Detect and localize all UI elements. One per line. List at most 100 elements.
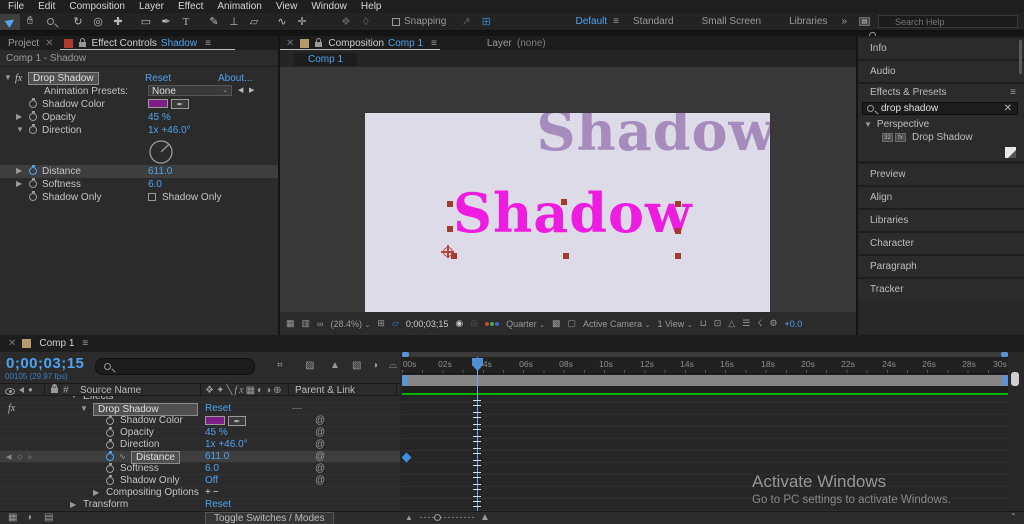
pick-whip-icon[interactable]: @ (315, 427, 325, 438)
opacity-value[interactable]: 45 % (148, 112, 171, 123)
motion-blur-icon[interactable]: ◑ (372, 360, 378, 371)
pixel-aspect-icon[interactable]: ⊡ (714, 318, 722, 329)
timeline-search-input[interactable] (95, 358, 255, 375)
label-column-icon[interactable]: ❖ (50, 384, 59, 395)
show-snapshot-icon[interactable]: ◎ (470, 318, 478, 329)
selection-handle[interactable] (563, 253, 569, 259)
scroll-up-icon[interactable]: ⌃ (1010, 512, 1017, 521)
drop-shadow-row[interactable]: fx ▼ Drop Shadow Reset — (0, 403, 400, 416)
comp-mini-flowchart-icon[interactable]: ⌗ (277, 360, 283, 371)
softness-value[interactable]: 6.0 (205, 463, 219, 474)
shadow-only-row[interactable]: Shadow Only Off @ (0, 475, 400, 487)
menu-edit[interactable]: Edit (38, 1, 55, 12)
transparency-grid-icon[interactable]: ▩ (552, 318, 561, 329)
distance-row[interactable]: ◀ ◇ ▶ ∿ Distance 611.0 @ (0, 451, 400, 464)
time-ruler[interactable]: 0:00s 02s 04s 06s 08s 10s 12s 14s 16s 18… (402, 357, 1008, 374)
expand-arrow-icon[interactable]: ▶ (70, 500, 76, 509)
parent-link-column[interactable]: Parent & Link (295, 385, 355, 396)
stopwatch-icon[interactable] (106, 415, 114, 425)
zoom-level-dropdown[interactable]: (28.4%) ⌄ (330, 319, 370, 329)
tab-layer[interactable]: Layer (487, 38, 512, 49)
roto-brush-tool-icon[interactable]: ∿ (272, 14, 292, 30)
eyedropper-icon[interactable]: ✒ (228, 416, 246, 426)
region-of-interest-icon[interactable]: ▢ (568, 318, 577, 329)
panel-menu-icon[interactable]: ≡ (82, 338, 88, 349)
menu-view[interactable]: View (276, 1, 298, 12)
comp-subtab[interactable]: Comp 1 (294, 53, 358, 66)
zoom-in-mountain-icon[interactable]: ▲ (480, 512, 490, 523)
softness-value[interactable]: 6.0 (148, 179, 162, 190)
panel-info[interactable]: Info (858, 38, 1024, 59)
exposure-value[interactable]: +0.0 (785, 319, 803, 329)
stopwatch-icon[interactable] (29, 98, 37, 108)
opacity-row[interactable]: Opacity 45 % @ (0, 427, 400, 439)
effect-header-row[interactable]: ▼ fx Drop Shadow Reset About... (0, 72, 278, 85)
collapse-arrow-icon[interactable]: ▼ (864, 120, 872, 129)
tab-project-close-icon[interactable]: ✕ (45, 38, 53, 49)
zoom-slider-handle[interactable] (434, 514, 441, 521)
panel-effects-presets[interactable]: Effects & Presets ≡ (858, 84, 1024, 100)
add-remove-icons[interactable]: +− (205, 487, 221, 498)
draft-3d-icon[interactable]: ▨ (305, 360, 314, 371)
pick-whip-icon[interactable]: @ (315, 415, 325, 426)
source-name-column[interactable]: Source Name (80, 385, 141, 396)
toggle-switches-modes-button[interactable]: Toggle Switches / Modes (205, 512, 334, 524)
compositing-options-row[interactable]: ▶ Compositing Options +− (0, 487, 400, 499)
camera-dropdown[interactable]: Active Camera ⌄ (583, 319, 650, 329)
puppet-pin-tool-icon[interactable]: ✛ (292, 14, 312, 30)
tab-effect-controls[interactable]: Effect Controls (92, 38, 157, 49)
direction-value[interactable]: 1x +46.0° (205, 439, 248, 450)
pick-whip-icon[interactable]: @ (315, 463, 325, 474)
about-link[interactable]: About... (218, 73, 252, 84)
fast-previews-icon[interactable]: △ (728, 318, 735, 329)
shadow-color-row[interactable]: Shadow Color ✒ @ (0, 415, 400, 427)
timeline-scrollbar-handle[interactable] (1011, 372, 1019, 386)
menu-window[interactable]: Window (311, 1, 347, 12)
brush-tool-icon[interactable]: ✎ (204, 14, 224, 30)
pick-whip-icon[interactable]: @ (315, 475, 325, 486)
transform-reset-link[interactable]: Reset (205, 499, 231, 510)
menu-help[interactable]: Help (361, 1, 382, 12)
menu-composition[interactable]: Composition (69, 1, 125, 12)
stopwatch-icon[interactable] (106, 427, 114, 437)
preset-group-perspective[interactable]: ▼ Perspective (858, 118, 1024, 131)
number-column[interactable]: # (63, 385, 69, 396)
collapse-arrow-icon[interactable]: ▼ (4, 73, 12, 82)
shape-tool-icon[interactable]: ▭ (136, 14, 156, 30)
workspace-libraries[interactable]: Libraries (789, 16, 827, 27)
pen-tool-icon[interactable]: ✒ (156, 14, 176, 30)
expand-transfer-pane-icon[interactable]: ◑ (26, 512, 32, 523)
tab-project[interactable]: Project (8, 38, 39, 49)
panel-libraries[interactable]: Libraries (858, 210, 1024, 231)
stopwatch-icon[interactable] (29, 191, 37, 201)
timeline-zoom-slider[interactable] (420, 514, 475, 521)
menu-effect[interactable]: Effect (178, 1, 203, 12)
resolution-dropdown[interactable]: Quarter ⌄ (506, 319, 545, 329)
panel-preview[interactable]: Preview (858, 164, 1024, 185)
shadow-color-swatch[interactable] (148, 99, 168, 108)
expand-arrow-icon[interactable]: ▶ (16, 112, 22, 121)
hand-tool-icon[interactable]: ✋︎ (20, 14, 40, 30)
effect-name[interactable]: Drop Shadow (28, 72, 99, 85)
rotate-tool-icon[interactable]: ↻ (68, 14, 88, 30)
selection-handle[interactable] (675, 201, 681, 207)
type-tool-icon[interactable]: T (176, 14, 196, 30)
expand-arrow-icon[interactable]: ▶ (93, 488, 99, 497)
current-timecode[interactable]: 0;00;03;15 (6, 355, 84, 372)
next-keyframe-icon[interactable]: ▶ (28, 453, 33, 461)
grid-guides-icon[interactable]: ⊞ (377, 318, 385, 329)
stopwatch-icon[interactable] (29, 124, 37, 134)
selection-handle[interactable] (447, 226, 453, 232)
collapse-arrow-icon[interactable]: ▼ (80, 404, 88, 413)
panel-menu-icon[interactable]: ≡ (431, 38, 437, 49)
snapping-toggle[interactable]: Snapping (392, 16, 446, 27)
workspace-standard[interactable]: Standard (633, 16, 674, 27)
stopwatch-icon[interactable] (106, 463, 114, 473)
expand-arrow-icon[interactable]: ▶ (16, 166, 22, 175)
panel-scrollbar[interactable] (1019, 40, 1022, 74)
effects-group-row[interactable]: ▼ Effects (0, 396, 400, 403)
panel-menu-icon[interactable]: ≡ (1010, 87, 1016, 98)
workspace-manager-icon[interactable]: ▤ (859, 17, 870, 26)
panel-menu-icon[interactable]: ≡ (205, 38, 211, 49)
reset-link[interactable]: Reset (145, 73, 171, 84)
